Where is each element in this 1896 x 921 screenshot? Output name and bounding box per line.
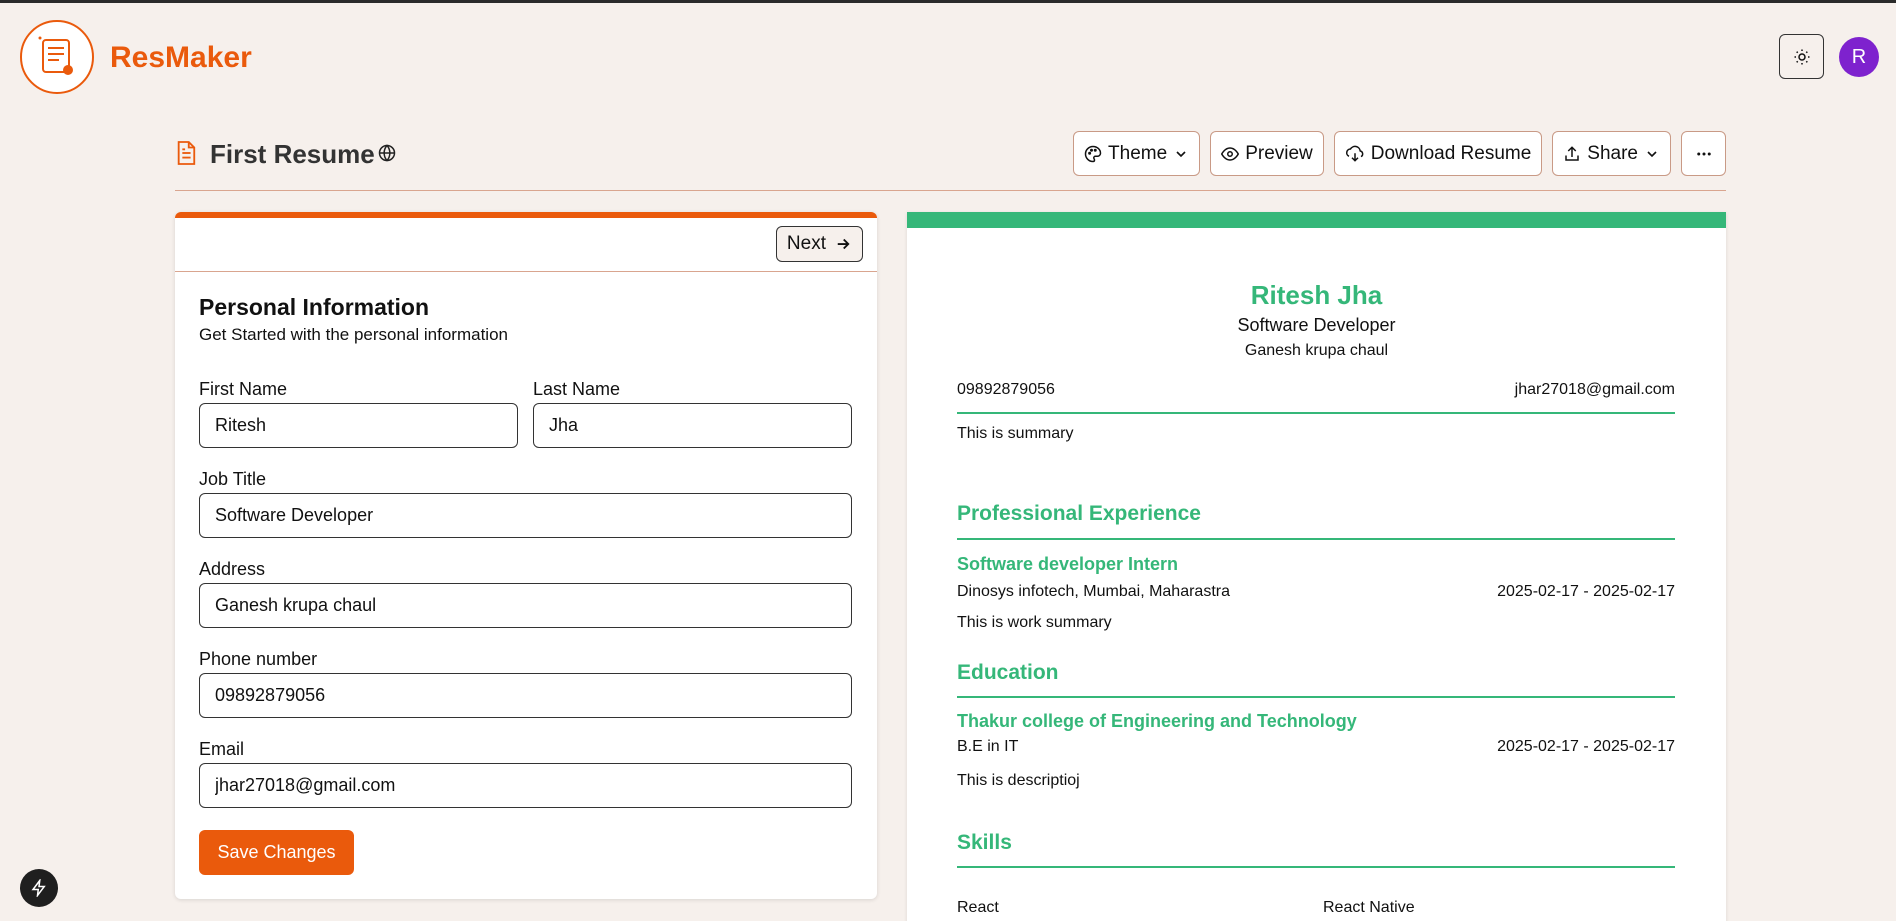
dev-tools-button[interactable] — [20, 869, 58, 907]
lightning-bolt-icon — [31, 879, 46, 897]
share-label: Share — [1587, 142, 1638, 164]
address-label: Address — [199, 559, 266, 579]
form-subheading: Get Started with the personal informatio… — [199, 325, 508, 344]
brand-name[interactable]: ResMaker — [110, 41, 252, 75]
preview-experience-company: Dinosys infotech, Mumbai, Maharastra — [957, 583, 1230, 600]
job-title-input[interactable] — [199, 493, 852, 538]
globe-icon[interactable] — [378, 144, 396, 162]
theme-button[interactable]: Theme — [1073, 131, 1201, 176]
cloud-download-icon — [1345, 145, 1364, 162]
preview-education-heading: Education — [957, 661, 1059, 684]
preview-summary: This is summary — [957, 425, 1074, 442]
resume-title-bar: First Resume Theme Preview Download Resu… — [175, 131, 1726, 191]
preview-education-degree: B.E in IT — [957, 738, 1019, 755]
divider — [957, 866, 1675, 868]
preview-experience-heading: Professional Experience — [957, 502, 1201, 525]
last-name-input[interactable] — [533, 403, 852, 448]
preview-button[interactable]: Preview — [1210, 131, 1324, 176]
preview-phone: 09892879056 — [957, 381, 1055, 398]
preview-experience-dates: 2025-02-17 - 2025-02-17 — [1497, 583, 1675, 600]
form-card-header: Next — [175, 218, 877, 272]
form-heading: Personal Information — [199, 294, 430, 320]
preview-skill-item: React Native — [1323, 899, 1415, 916]
next-label: Next — [786, 233, 826, 254]
share-button[interactable]: Share — [1552, 131, 1671, 176]
download-resume-button[interactable]: Download Resume — [1333, 131, 1543, 176]
first-name-input[interactable] — [199, 403, 518, 448]
phone-label: Phone number — [199, 649, 318, 669]
last-name-label: Last Name — [533, 379, 621, 399]
chevron-down-icon — [1176, 150, 1186, 157]
email-label: Email — [199, 739, 245, 759]
share-icon — [1565, 145, 1580, 161]
preview-name: Ritesh Jha — [1250, 280, 1383, 310]
preview-skill-item: React — [957, 899, 999, 916]
download-label: Download Resume — [1370, 142, 1532, 164]
preview-experience-title: Software developer Intern — [957, 554, 1179, 574]
preview-education-description: This is descriptioj — [957, 772, 1080, 789]
eye-icon — [1221, 146, 1240, 161]
preview-email: jhar27018@gmail.com — [1514, 381, 1675, 398]
theme-toggle-button[interactable] — [1779, 34, 1824, 79]
job-title-label: Job Title — [199, 469, 267, 489]
preview-education-meta: B.E in IT 2025-02-17 - 2025-02-17 — [957, 738, 1675, 756]
divider — [957, 412, 1675, 414]
preview-experience-summary: This is work summary — [957, 614, 1112, 631]
preview-address: Ganesh krupa chaul — [1244, 342, 1389, 359]
divider — [957, 538, 1675, 540]
email-input[interactable] — [199, 763, 852, 808]
top-bar: ResMaker R — [0, 3, 1896, 113]
sun-icon — [1794, 49, 1809, 64]
preview-experience-meta: Dinosys infotech, Mumbai, Maharastra 202… — [957, 583, 1675, 601]
more-options-button[interactable] — [1681, 131, 1726, 176]
more-horizontal-icon — [1696, 152, 1711, 155]
preview-job-title: Software Developer — [1237, 315, 1396, 335]
logo-icon[interactable] — [20, 20, 94, 94]
document-icon — [177, 141, 196, 165]
chevron-down-icon — [1647, 150, 1657, 157]
preview-skills-heading: Skills — [957, 831, 1012, 854]
palette-icon — [1084, 145, 1102, 162]
next-button[interactable]: Next — [775, 226, 863, 262]
save-changes-button[interactable]: Save Changes — [199, 830, 354, 875]
address-input[interactable] — [199, 583, 852, 628]
first-name-label: First Name — [199, 379, 288, 399]
phone-input[interactable] — [199, 673, 852, 718]
preview-education-dates: 2025-02-17 - 2025-02-17 — [1497, 738, 1675, 755]
preview-contact-row: 09892879056 jhar27018@gmail.com — [957, 381, 1675, 399]
resume-preview: Ritesh Jha Software Developer Ganesh kru… — [907, 212, 1726, 921]
preview-education-school: Thakur college of Engineering and Techno… — [957, 711, 1357, 731]
user-avatar[interactable]: R — [1839, 37, 1879, 77]
resume-title: First Resume — [210, 139, 375, 169]
preview-skills-row: React React Native — [957, 899, 1675, 917]
preview-label: Preview — [1245, 142, 1313, 164]
resume-toolbar: Theme Preview Download Resume Share — [1073, 131, 1726, 176]
arrow-right-icon — [837, 238, 850, 250]
personal-info-form-card: Next Personal Information Get Started wi… — [175, 212, 877, 899]
theme-label: Theme — [1108, 142, 1168, 164]
divider — [957, 696, 1675, 698]
